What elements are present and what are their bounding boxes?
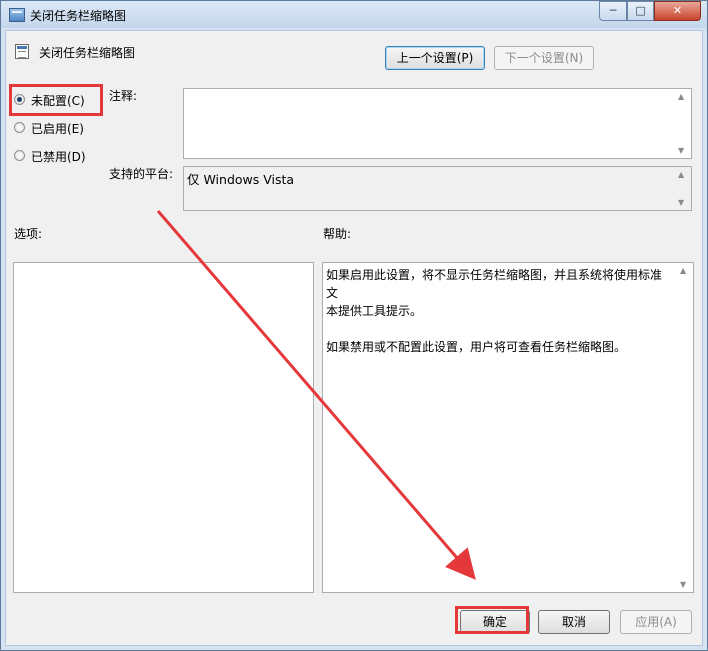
arrow-line <box>156 210 476 580</box>
annotation-arrow <box>156 210 476 580</box>
